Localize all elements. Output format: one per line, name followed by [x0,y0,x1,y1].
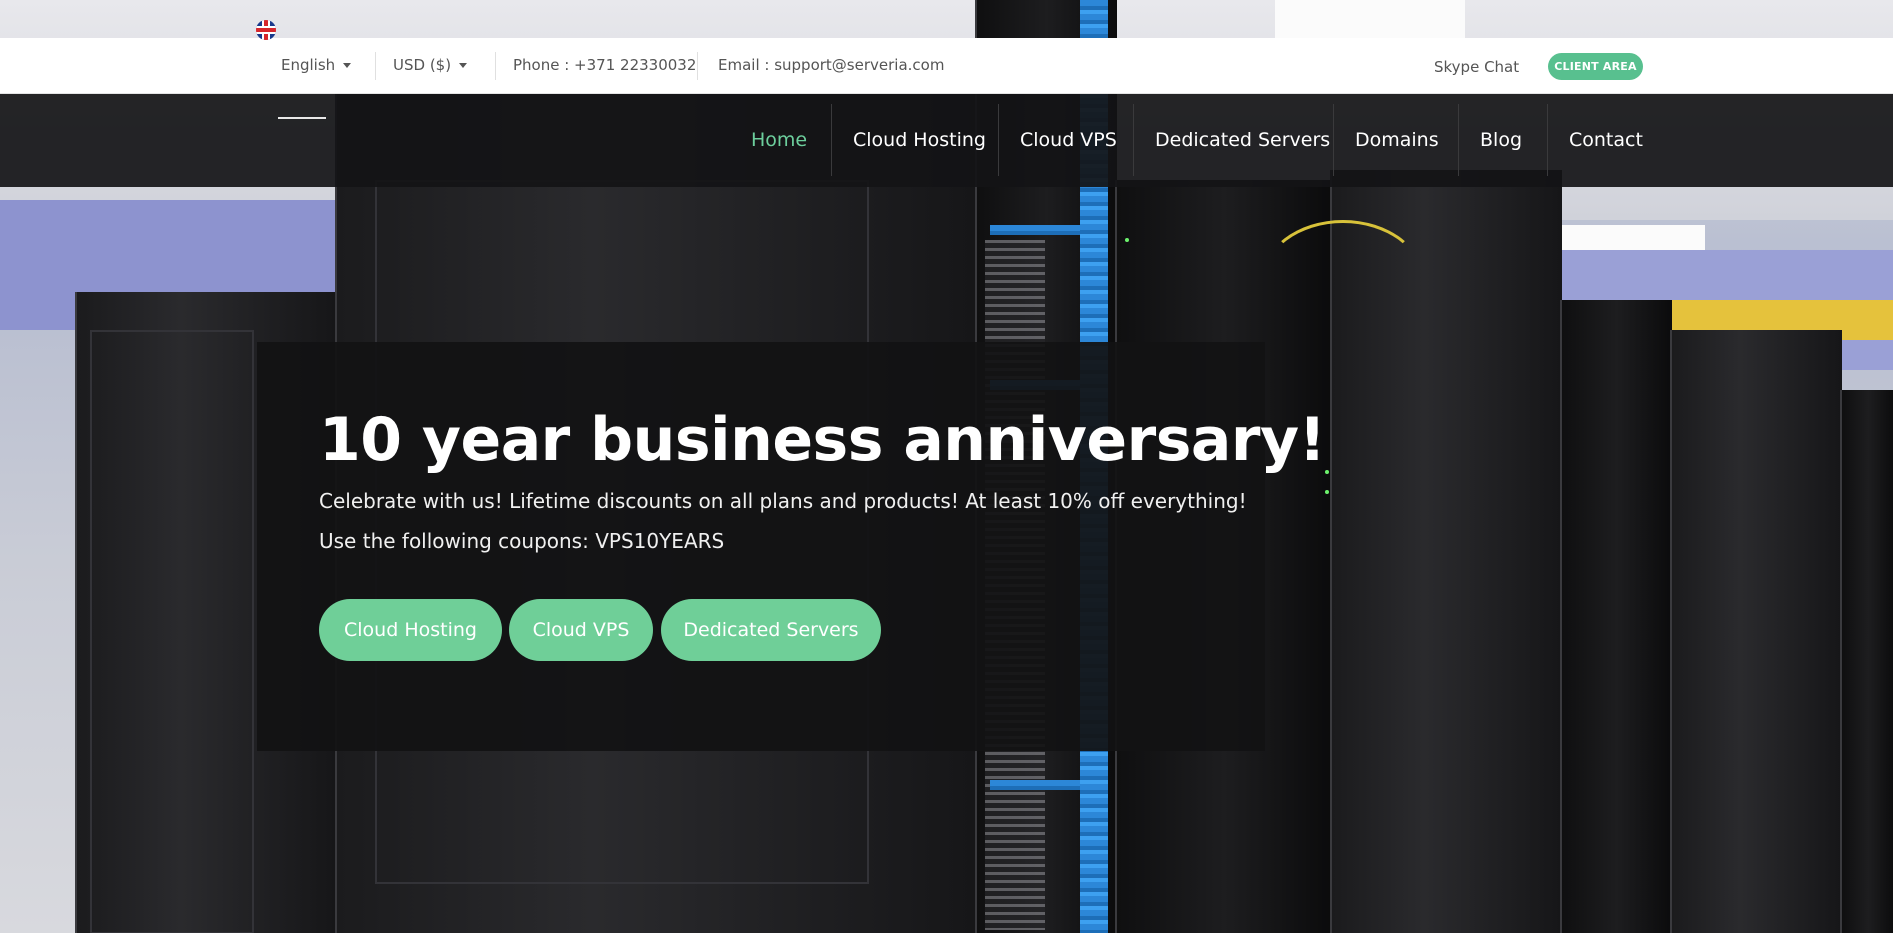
nav-divider [831,104,832,176]
hero-coupon-text: Use the following coupons: VPS10YEARS [319,529,725,553]
nav-item-contact[interactable]: Contact [1569,94,1643,187]
currency-label: USD ($) [393,56,452,74]
client-area-button[interactable]: CLIENT AREA [1548,53,1643,80]
uk-flag-icon [256,20,276,40]
logo-accent-line [278,117,326,119]
nav-item-blog[interactable]: Blog [1480,94,1522,187]
nav-divider [1547,104,1548,176]
hero-description: Celebrate with us! Lifetime discounts on… [319,489,1247,513]
nav-divider [1133,104,1134,176]
nav-item-cloud-vps[interactable]: Cloud VPS [1020,94,1117,187]
cloud-hosting-button[interactable]: Cloud Hosting [319,599,502,661]
language-label: English [281,56,336,74]
currency-selector[interactable]: USD ($) [393,38,468,93]
nav-item-cloud-hosting[interactable]: Cloud Hosting [853,94,986,187]
nav-item-domains[interactable]: Domains [1355,94,1439,187]
dedicated-servers-button[interactable]: Dedicated Servers [661,599,881,661]
nav-divider [1458,104,1459,176]
phone-contact: Phone : +371 22330032 [513,56,697,74]
topbar-divider [375,52,376,80]
language-selector[interactable]: English [281,38,352,93]
hero-title: 10 year business anniversary! [319,405,1326,475]
nav-divider [1333,104,1334,176]
cloud-vps-button[interactable]: Cloud VPS [509,599,653,661]
email-contact[interactable]: Email : support@serveria.com [718,38,944,93]
chevron-down-icon [459,63,468,68]
skype-chat-link[interactable]: Skype Chat [1434,40,1519,95]
topbar-divider [697,52,698,80]
nav-divider [998,104,999,176]
nav-item-dedicated-servers[interactable]: Dedicated Servers [1155,94,1330,187]
topbar-divider [495,52,496,80]
nav-item-home[interactable]: Home [751,94,807,187]
chevron-down-icon [343,63,352,68]
